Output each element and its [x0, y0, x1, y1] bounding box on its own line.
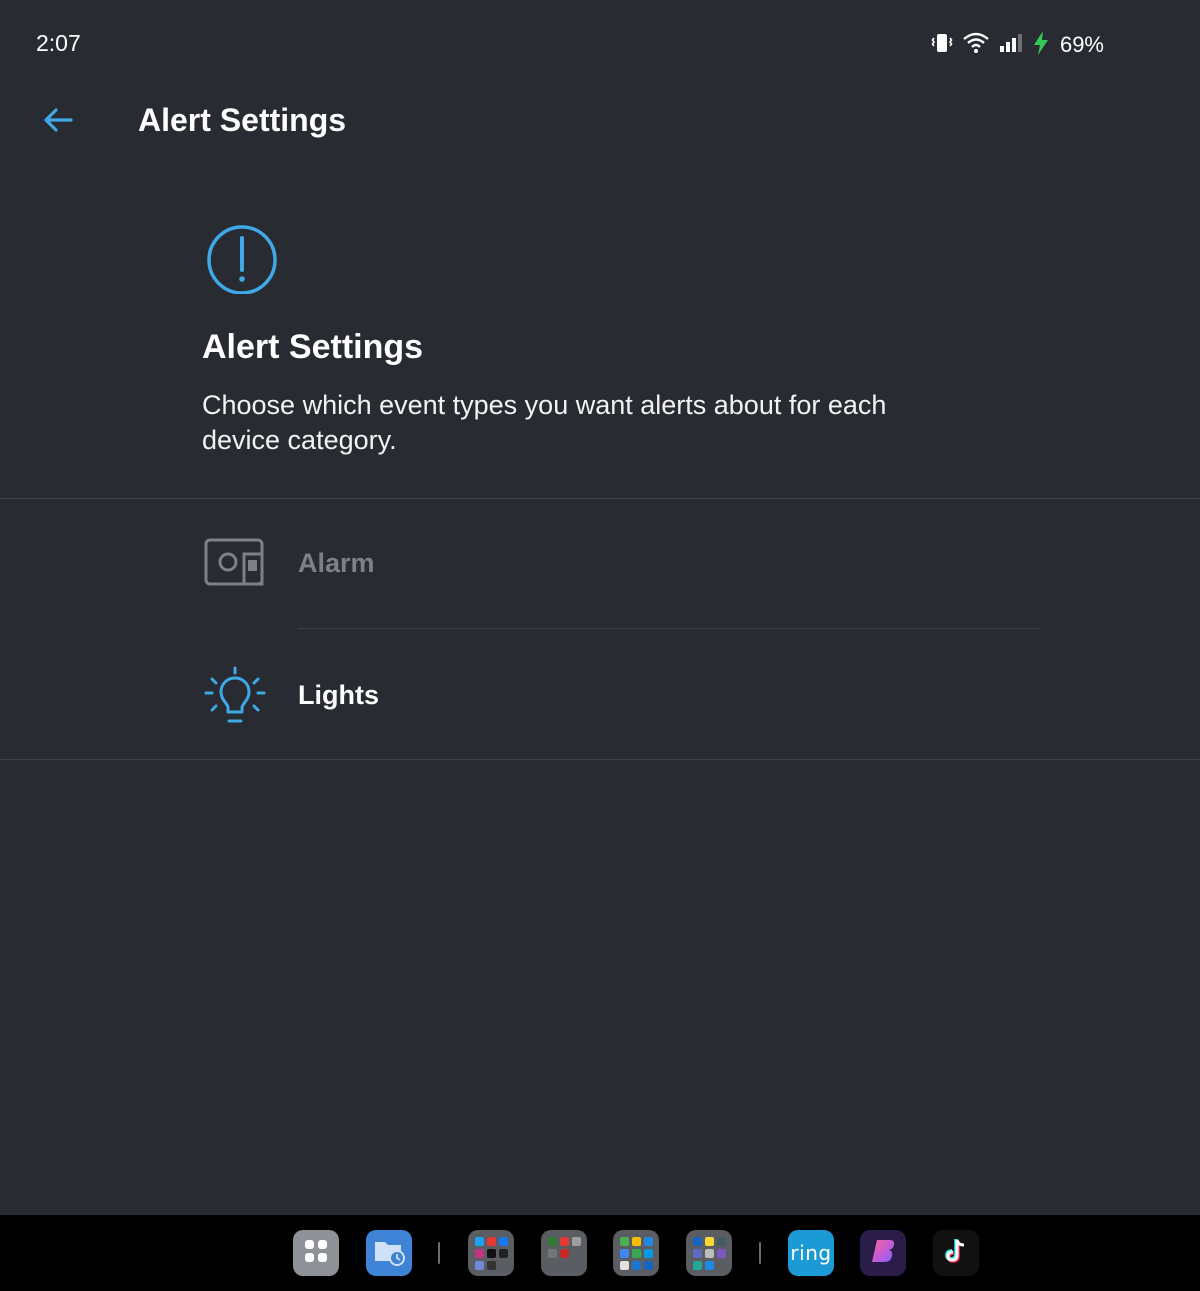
dock-separator [438, 1242, 440, 1264]
lightbulb-icon [204, 666, 266, 728]
arrow-left-icon [41, 103, 75, 142]
tiktok-icon [941, 1236, 971, 1271]
vibrate-icon [930, 31, 954, 60]
status-bar: 2:07 69% [0, 0, 1200, 90]
section-title: Alert Settings [202, 328, 424, 366]
taskbar: ring [0, 1215, 1200, 1291]
files-app-button[interactable] [366, 1230, 412, 1276]
alarm-base-station-icon [204, 534, 266, 596]
category-row-alarm[interactable]: Alarm [0, 500, 1200, 630]
wifi-icon [962, 31, 990, 60]
signal-icon [998, 31, 1024, 60]
alert-circle-icon [206, 222, 278, 295]
app-drawer-button[interactable] [293, 1230, 339, 1276]
dock-separator [759, 1242, 761, 1264]
dock: ring [0, 1215, 1200, 1291]
app-bar: Alert Settings [0, 90, 1200, 154]
category-label-alarm: Alarm [298, 548, 375, 578]
divider [0, 498, 1200, 499]
battery-percent: 69% [1059, 32, 1104, 57]
category-label-lights: Lights [298, 680, 379, 710]
grid-icon [303, 1238, 329, 1269]
b-app-button[interactable] [860, 1230, 906, 1276]
back-button[interactable] [34, 98, 82, 146]
social-folder-button[interactable] [468, 1230, 514, 1276]
ring-logo: ring [790, 1241, 832, 1265]
tiktok-app-button[interactable] [933, 1230, 979, 1276]
google-folder-button[interactable] [613, 1230, 659, 1276]
misc-folder-button[interactable] [686, 1230, 732, 1276]
charging-bolt-icon [1032, 30, 1050, 61]
status-icons: 69% [930, 30, 1104, 60]
category-row-lights[interactable]: Lights [0, 630, 1200, 760]
divider [0, 759, 1200, 760]
tools-folder-button[interactable] [541, 1230, 587, 1276]
page-title: Alert Settings [138, 102, 347, 138]
ring-app-button[interactable]: ring [788, 1230, 834, 1276]
divider [298, 628, 1040, 629]
folder-clock-icon [373, 1236, 405, 1271]
section-description: Choose which event types you want alerts… [202, 390, 887, 455]
status-time: 2:07 [36, 30, 81, 56]
b-logo-icon [868, 1236, 898, 1271]
